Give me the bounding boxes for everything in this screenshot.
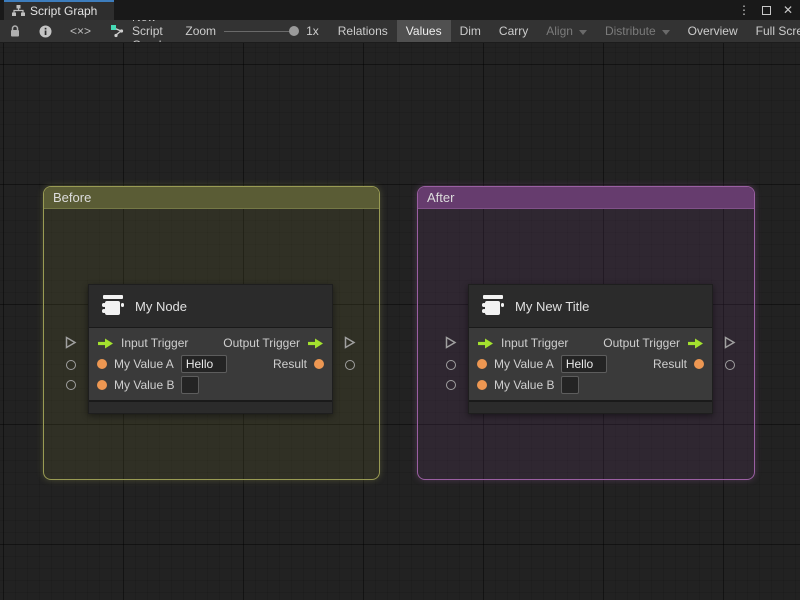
- zoom-slider[interactable]: [224, 26, 300, 36]
- value-port-icon[interactable]: [477, 359, 487, 369]
- value-port-icon[interactable]: [477, 380, 487, 390]
- carry-button[interactable]: Carry: [490, 20, 537, 42]
- value-a-port-outer[interactable]: [446, 360, 456, 370]
- code-icon: <×>: [70, 24, 92, 38]
- zoom-slider-knob[interactable]: [289, 26, 300, 36]
- node-title: My New Title: [515, 298, 590, 314]
- graph-node-icon: [110, 24, 125, 38]
- chevron-down-icon: [661, 29, 670, 35]
- node-my-new-title[interactable]: My New Title Input Trigger Output Trigge…: [445, 284, 736, 414]
- node-header[interactable]: My Node: [89, 285, 332, 328]
- tab-label: Script Graph: [30, 4, 98, 18]
- dim-button[interactable]: Dim: [451, 20, 490, 42]
- result-label: Result: [652, 357, 687, 371]
- lock-icon: [9, 24, 21, 38]
- value-b-port-outer[interactable]: [446, 380, 456, 390]
- value-b-input[interactable]: [561, 376, 580, 394]
- flow-arrow-icon[interactable]: [307, 338, 324, 349]
- zoom-value: 1x: [306, 24, 319, 38]
- value-b-port-outer[interactable]: [66, 380, 76, 390]
- node-header[interactable]: My New Title: [469, 285, 712, 328]
- zoom-control: Zoom 1x: [175, 20, 328, 42]
- value-b-label: My Value B: [114, 378, 175, 392]
- node-body-my-new-title[interactable]: My New Title Input Trigger Output Trigge…: [468, 284, 713, 414]
- value-b-input[interactable]: [181, 376, 200, 394]
- value-port-icon[interactable]: [694, 359, 704, 369]
- maximize-icon[interactable]: [758, 2, 774, 18]
- value-b-row: My Value B: [89, 375, 332, 395]
- output-trigger-label: Output Trigger: [223, 336, 300, 350]
- close-icon[interactable]: ✕: [780, 2, 796, 18]
- graph-toolbar: <×> New Script Graph Zoom 1x Relat: [0, 20, 800, 43]
- value-a-row: My Value A Result: [469, 354, 712, 374]
- info-icon: [39, 25, 52, 38]
- node-title: My Node: [135, 298, 188, 314]
- trigger-row: Input Trigger Output Trigger: [89, 333, 332, 353]
- value-port-icon[interactable]: [97, 359, 107, 369]
- distribute-button[interactable]: Distribute: [596, 20, 679, 42]
- node-footer: [469, 400, 712, 413]
- group-before-label: Before: [53, 190, 92, 205]
- result-port-outer[interactable]: [345, 360, 355, 370]
- graph-hierarchy-icon: [12, 5, 25, 17]
- value-a-label: My Value A: [114, 357, 174, 371]
- script-graph-window: Script Graph ⋮ ✕ <×> Script Zoom 1x Rela…: [0, 0, 800, 600]
- value-a-label: My Value A: [494, 357, 554, 371]
- unit-node-icon: [101, 295, 125, 317]
- flow-arrow-icon[interactable]: [477, 338, 494, 349]
- trigger-row: Input Trigger Output Trigger: [469, 333, 712, 353]
- group-before-header[interactable]: Before: [44, 187, 379, 209]
- input-trigger-label: Input Trigger: [121, 336, 189, 350]
- node-my-node[interactable]: My Node Input Trigger Output Trigger My …: [65, 284, 356, 414]
- result-port-outer[interactable]: [725, 360, 735, 370]
- lock-button[interactable]: [0, 20, 30, 42]
- info-button[interactable]: [30, 20, 61, 42]
- window-controls: ⋮ ✕: [736, 0, 796, 20]
- graph-name: New Script Graph: [132, 20, 165, 42]
- group-after-header[interactable]: After: [418, 187, 754, 209]
- overview-button[interactable]: Overview: [679, 20, 747, 42]
- zoom-label: Zoom: [185, 24, 217, 38]
- breadcrumb-graph[interactable]: New Script Graph: [100, 20, 175, 42]
- values-button[interactable]: Values: [396, 20, 451, 42]
- node-footer: [89, 400, 332, 413]
- value-a-row: My Value A Result: [89, 354, 332, 374]
- output-trigger-port-outer[interactable]: [344, 336, 356, 349]
- value-a-input[interactable]: [180, 355, 227, 373]
- chevron-down-icon: [578, 29, 587, 35]
- flow-arrow-icon[interactable]: [687, 338, 704, 349]
- value-b-label: My Value B: [494, 378, 555, 392]
- unit-node-icon: [481, 295, 505, 317]
- input-trigger-port-outer[interactable]: [65, 336, 77, 349]
- output-trigger-port-outer[interactable]: [724, 336, 736, 349]
- code-button[interactable]: <×>: [61, 20, 100, 42]
- graph-canvas[interactable]: Before After My Node Input Trigger Outpu…: [0, 43, 800, 600]
- value-port-icon[interactable]: [97, 380, 107, 390]
- value-a-input[interactable]: [560, 355, 607, 373]
- align-button[interactable]: Align: [537, 20, 596, 42]
- value-a-port-outer[interactable]: [66, 360, 76, 370]
- result-label: Result: [272, 357, 307, 371]
- relations-button[interactable]: Relations: [329, 20, 397, 42]
- tab-bar: Script Graph ⋮ ✕: [0, 0, 800, 20]
- fullscreen-button[interactable]: Full Screen: [747, 20, 800, 42]
- node-body-my-node[interactable]: My Node Input Trigger Output Trigger My …: [88, 284, 333, 414]
- tab-script-graph[interactable]: Script Graph: [4, 0, 114, 20]
- menu-dots-icon[interactable]: ⋮: [736, 2, 752, 18]
- input-trigger-label: Input Trigger: [501, 336, 569, 350]
- value-b-row: My Value B: [469, 375, 712, 395]
- group-after-label: After: [427, 190, 455, 205]
- flow-arrow-icon[interactable]: [97, 338, 114, 349]
- input-trigger-port-outer[interactable]: [445, 336, 457, 349]
- value-port-icon[interactable]: [314, 359, 324, 369]
- output-trigger-label: Output Trigger: [603, 336, 680, 350]
